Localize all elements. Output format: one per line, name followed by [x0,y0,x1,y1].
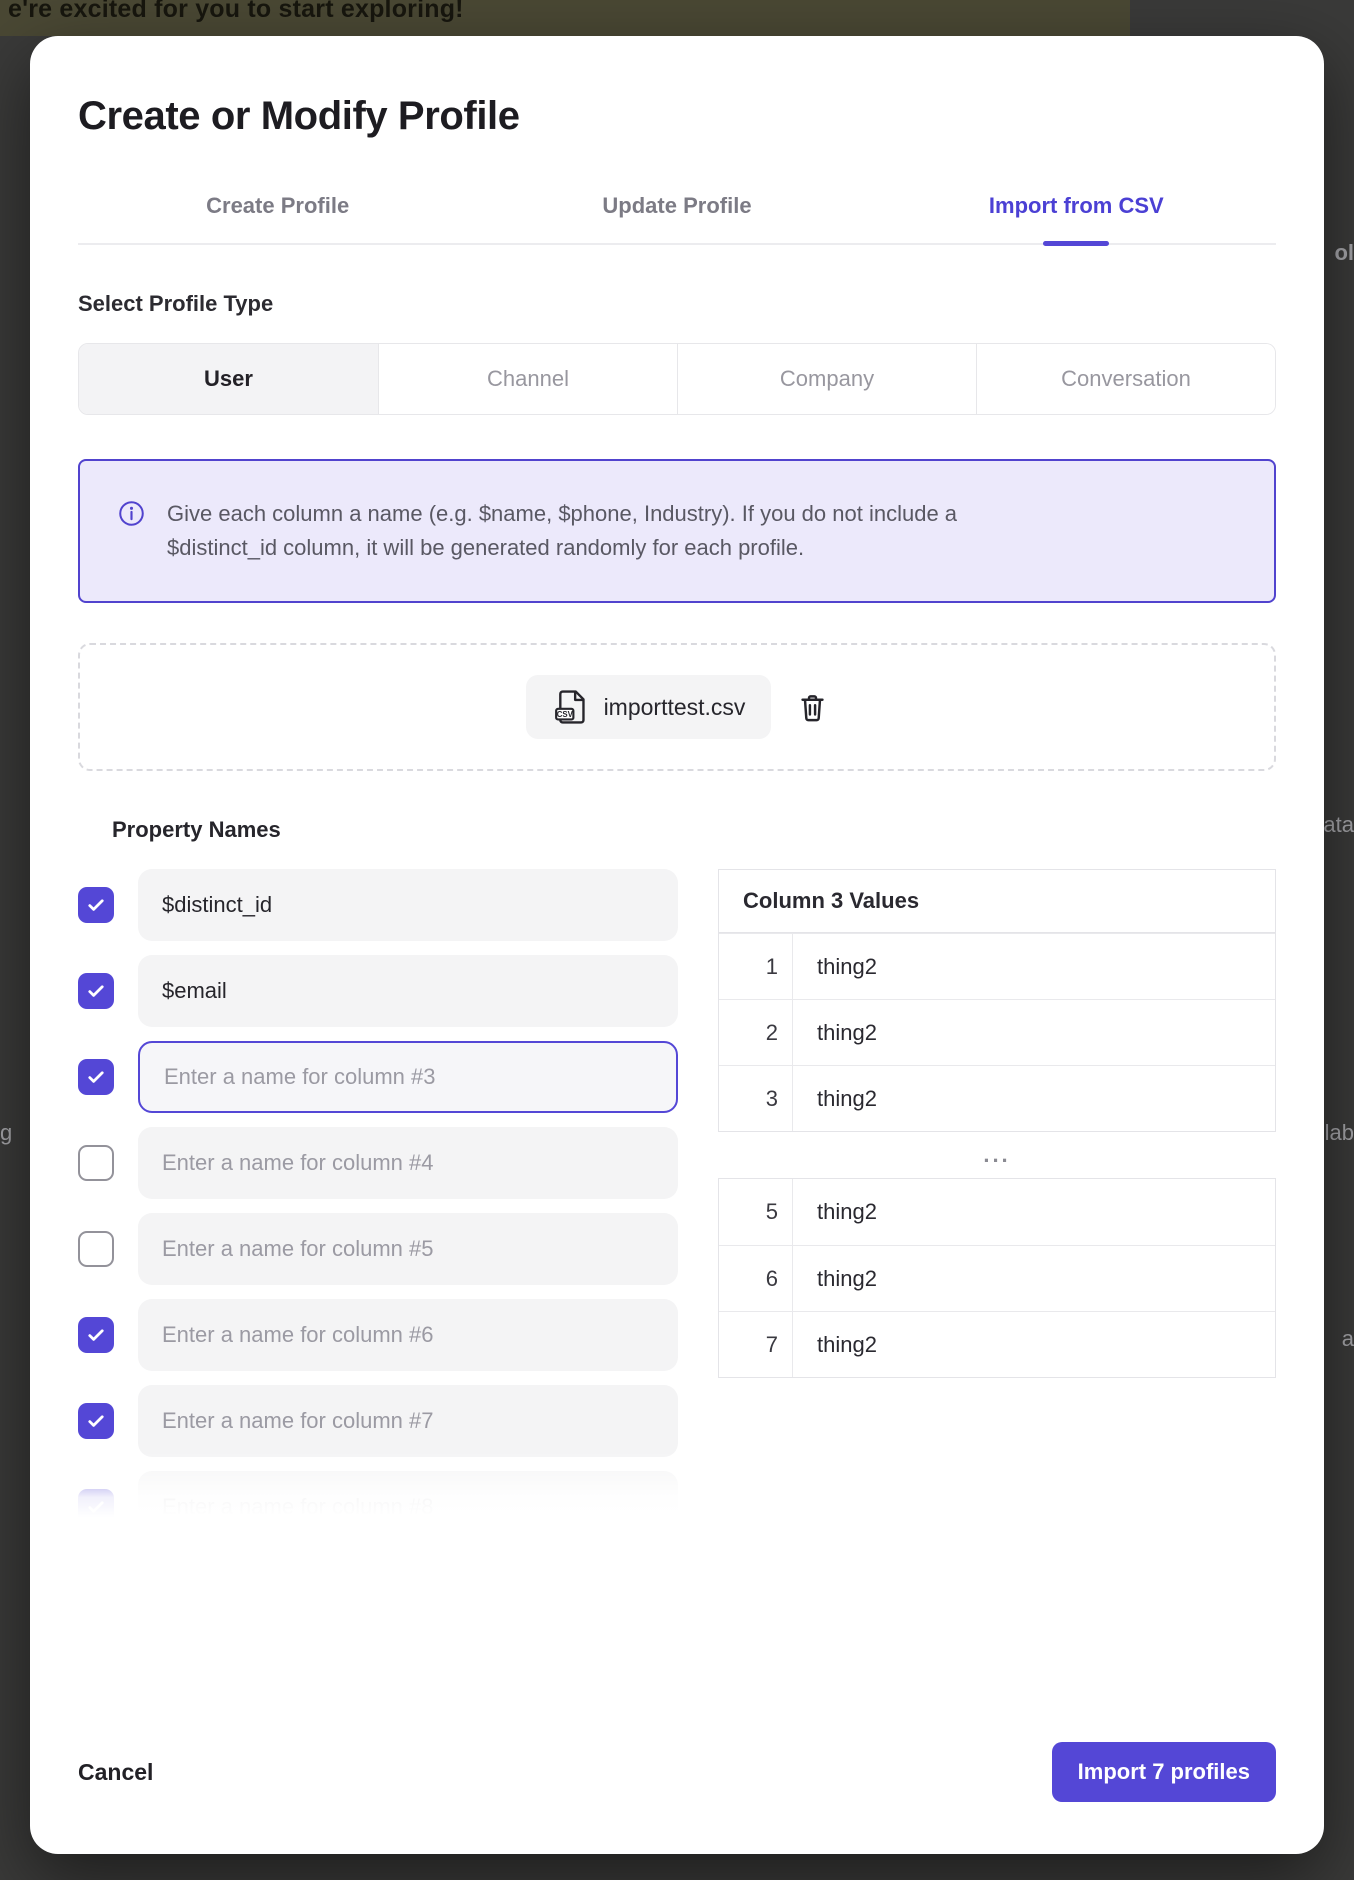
column-2-checkbox[interactable] [78,973,114,1009]
column-1-checkbox[interactable] [78,887,114,923]
row-value: thing2 [793,1312,1275,1377]
property-row-3 [78,1041,678,1113]
property-row-7 [78,1385,678,1457]
background-banner: e're excited for you to start exploring! [0,0,1130,36]
csv-dropzone[interactable]: CSV importtest.csv [78,643,1276,771]
profile-type-conversation[interactable]: Conversation [976,344,1275,414]
active-tab-indicator [1043,241,1109,246]
row-value: thing2 [793,1246,1275,1311]
info-banner-line-2: $distinct_id column, it will be generate… [167,531,957,565]
checkmark-icon [85,1066,107,1088]
background-fragment: g [0,1120,12,1146]
column-5-checkbox[interactable] [78,1231,114,1267]
checkmark-icon [85,980,107,1002]
column-7-name-input[interactable] [138,1385,678,1457]
delete-file-icon[interactable] [797,692,828,723]
table-row: 5 thing2 [719,1179,1275,1245]
row-value: thing2 [793,1066,1275,1131]
table-row: 1 thing2 [719,933,1275,999]
property-row-8 [78,1471,678,1517]
dialog-footer: Cancel Import 7 profiles [78,1742,1276,1854]
info-banner: Give each column a name (e.g. $name, $ph… [78,459,1276,603]
row-index: 6 [719,1246,793,1311]
csv-file-icon: CSV [552,688,590,726]
tab-import-from-csv[interactable]: Import from CSV [877,193,1276,219]
column-values-table-top: Column 3 Values 1 thing2 2 thing2 3 thin… [718,869,1276,1132]
row-index: 5 [719,1179,793,1245]
property-row-6 [78,1299,678,1371]
svg-text:CSV: CSV [556,710,573,719]
tab-create-profile[interactable]: Create Profile [78,193,477,219]
cancel-button[interactable]: Cancel [78,1759,153,1786]
row-index: 2 [719,1000,793,1065]
column-3-checkbox[interactable] [78,1059,114,1095]
column-4-name-input[interactable] [138,1127,678,1199]
background-fragment: lab [1325,1120,1354,1146]
profile-type-channel[interactable]: Channel [378,344,677,414]
column-8-name-input[interactable] [138,1471,678,1517]
property-rows-list [78,869,678,1517]
import-profiles-button[interactable]: Import 7 profiles [1052,1742,1276,1802]
row-index: 1 [719,934,793,999]
property-row-4 [78,1127,678,1199]
background-fragment: a [1342,1326,1354,1352]
profile-type-user[interactable]: User [79,344,378,414]
property-row-2 [78,955,678,1027]
row-index: 7 [719,1312,793,1377]
dialog-title: Create or Modify Profile [78,94,1276,139]
property-row-1 [78,869,678,941]
column-2-name-input[interactable] [138,955,678,1027]
checkmark-icon [85,1410,107,1432]
checkmark-icon [85,1496,107,1517]
tab-bar: Create Profile Update Profile Import fro… [78,193,1276,245]
column-1-name-input[interactable] [138,869,678,941]
info-icon [118,500,145,527]
property-names-label: Property Names [112,817,1276,843]
row-index: 3 [719,1066,793,1131]
column-7-checkbox[interactable] [78,1403,114,1439]
uploaded-file-chip[interactable]: CSV importtest.csv [526,675,772,739]
profile-type-company[interactable]: Company [677,344,976,414]
row-value: thing2 [793,1179,1275,1245]
uploaded-file-name: importtest.csv [604,694,746,721]
column-5-name-input[interactable] [138,1213,678,1285]
table-row: 2 thing2 [719,999,1275,1065]
tab-update-profile[interactable]: Update Profile [477,193,876,219]
table-row: 6 thing2 [719,1245,1275,1311]
column-values-table-bottom: 5 thing2 6 thing2 7 thing2 [718,1178,1276,1378]
column-values-preview: Column 3 Values 1 thing2 2 thing2 3 thin… [718,869,1276,1378]
column-values-header: Column 3 Values [719,870,1275,933]
info-banner-text: Give each column a name (e.g. $name, $ph… [167,497,957,565]
select-profile-type-label: Select Profile Type [78,291,1276,317]
background-fragment: ol [1334,240,1354,266]
info-banner-line-1: Give each column a name (e.g. $name, $ph… [167,497,957,531]
table-row: 7 thing2 [719,1311,1275,1377]
row-value: thing2 [793,934,1275,999]
property-row-5 [78,1213,678,1285]
profile-type-selector: User Channel Company Conversation [78,343,1276,415]
checkmark-icon [85,894,107,916]
create-or-modify-profile-dialog: Create or Modify Profile Create Profile … [30,36,1324,1854]
rows-ellipsis: ... [718,1132,1276,1178]
column-6-checkbox[interactable] [78,1317,114,1353]
checkmark-icon [85,1324,107,1346]
column-6-name-input[interactable] [138,1299,678,1371]
background-fragment: ata [1323,812,1354,838]
row-value: thing2 [793,1000,1275,1065]
column-3-name-input[interactable] [138,1041,678,1113]
property-mapping-area: Column 3 Values 1 thing2 2 thing2 3 thin… [78,869,1276,1517]
background-banner-text: e're excited for you to start exploring! [8,0,464,24]
column-4-checkbox[interactable] [78,1145,114,1181]
column-8-checkbox[interactable] [78,1489,114,1517]
table-row: 3 thing2 [719,1065,1275,1131]
